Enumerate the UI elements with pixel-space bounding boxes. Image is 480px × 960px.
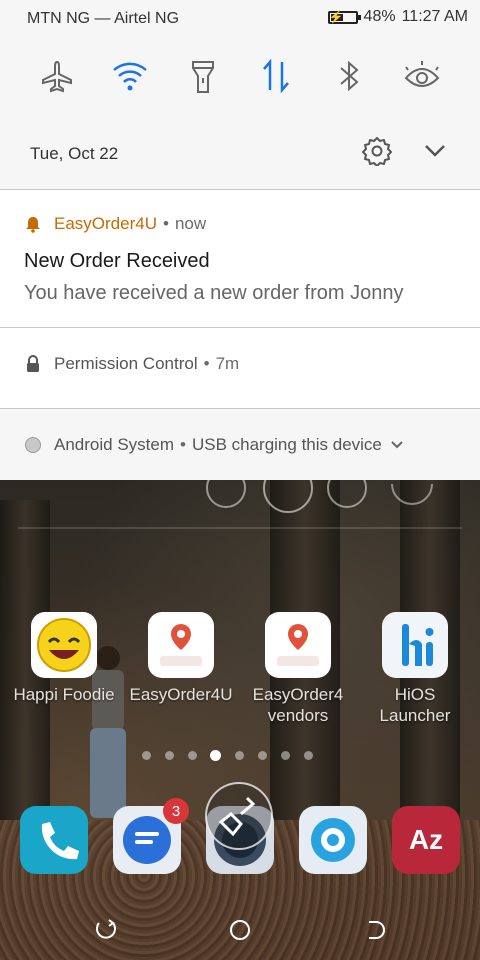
app-label: EasyOrder4U bbox=[129, 685, 233, 704]
airplane-icon bbox=[42, 60, 72, 93]
app-easyorder4u[interactable]: EasyOrder4U bbox=[126, 612, 236, 705]
page-dot[interactable] bbox=[281, 751, 290, 760]
hios-launcher-icon bbox=[382, 612, 448, 678]
phone-icon bbox=[41, 822, 79, 860]
notification-app-name: Android System bbox=[54, 435, 174, 454]
unread-badge: 3 bbox=[163, 798, 189, 824]
status-right: ⚡ 48% 11:27 AM bbox=[327, 8, 468, 26]
status-bar: MTN NG — Airtel NG ⚡ 48% 11:27 AM bbox=[0, 0, 480, 36]
clock: 11:27 AM bbox=[401, 8, 468, 25]
battery-percent: 48% bbox=[363, 8, 396, 25]
expand-button[interactable] bbox=[418, 132, 452, 170]
notification-time: now bbox=[174, 214, 207, 233]
chevron-down-icon bbox=[425, 145, 445, 157]
dock-phone[interactable] bbox=[20, 806, 88, 874]
page-dot[interactable] bbox=[304, 751, 313, 760]
back-button[interactable] bbox=[356, 912, 392, 948]
separator-dot: • bbox=[203, 354, 210, 373]
bluetooth-icon bbox=[340, 60, 359, 92]
app-easyorder4-vendors[interactable]: EasyOrder4 vendors bbox=[243, 612, 353, 726]
system-dot-icon bbox=[25, 437, 41, 453]
page-dot[interactable] bbox=[258, 751, 267, 760]
happi-foodie-icon bbox=[31, 612, 97, 678]
gear-icon bbox=[362, 137, 392, 166]
qs-flashlight[interactable] bbox=[181, 54, 225, 98]
app-label: Happi Foodie bbox=[13, 685, 115, 704]
date-row: Tue, Oct 22 bbox=[0, 128, 480, 176]
navigation-bar bbox=[0, 900, 480, 960]
flashlight-icon bbox=[192, 61, 214, 93]
app-happi-foodie[interactable]: Happi Foodie bbox=[9, 612, 119, 705]
separator-dot: • bbox=[162, 214, 169, 233]
page-dot[interactable] bbox=[142, 751, 151, 760]
recents-button[interactable] bbox=[88, 912, 124, 948]
broom-icon bbox=[218, 796, 256, 837]
quick-settings-row bbox=[0, 54, 480, 98]
recents-icon bbox=[96, 919, 116, 939]
chevron-down-icon[interactable] bbox=[390, 440, 404, 450]
notification-header: Android System • USB charging this devic… bbox=[24, 435, 404, 455]
qs-bluetooth[interactable] bbox=[327, 54, 371, 98]
page-dot-active[interactable] bbox=[210, 750, 221, 761]
home-button[interactable] bbox=[222, 912, 258, 948]
mobile-data-icon bbox=[263, 58, 289, 94]
back-icon bbox=[369, 921, 385, 939]
carrier-names: MTN NG — Airtel NG bbox=[27, 10, 180, 27]
page-dot[interactable] bbox=[235, 751, 244, 760]
media-controls-ghost bbox=[18, 480, 462, 529]
notification-summary: USB charging this device bbox=[191, 435, 382, 454]
notification-easyorder4u[interactable]: EasyOrder4U • now New Order Received You… bbox=[0, 190, 480, 327]
page-dot[interactable] bbox=[188, 751, 197, 760]
qs-eye-care[interactable] bbox=[400, 54, 444, 98]
lock-icon bbox=[27, 355, 39, 372]
notification-app-name: Permission Control bbox=[54, 354, 198, 373]
charging-bolt-icon: ⚡ bbox=[328, 9, 344, 24]
page-indicator bbox=[140, 750, 340, 762]
browser-icon bbox=[311, 818, 355, 862]
app-label: HiOS Launcher bbox=[379, 685, 451, 725]
settings-button[interactable] bbox=[358, 132, 396, 170]
notification-text: You have received a new order from Jonny bbox=[24, 282, 404, 304]
notification-header: Permission Control • 7m bbox=[24, 354, 239, 374]
date-text: Tue, Oct 22 bbox=[30, 144, 119, 163]
notification-title: New Order Received bbox=[24, 250, 210, 272]
notification-header: EasyOrder4U • now bbox=[24, 214, 206, 234]
home-icon bbox=[230, 920, 250, 940]
translator-icon: Az bbox=[408, 824, 444, 855]
memory-cleaner-button[interactable] bbox=[205, 782, 273, 850]
bell-icon bbox=[26, 217, 40, 233]
page-dot[interactable] bbox=[165, 751, 174, 760]
qs-wifi[interactable] bbox=[108, 54, 152, 98]
qs-mobile-data[interactable] bbox=[254, 54, 298, 98]
easyorder4u-icon bbox=[148, 612, 214, 678]
qs-airplane-mode[interactable] bbox=[35, 54, 79, 98]
notification-permission-control[interactable]: Permission Control • 7m bbox=[0, 328, 480, 408]
separator-dot: • bbox=[180, 435, 186, 454]
dock-translator[interactable]: Az bbox=[392, 806, 460, 874]
wifi-icon bbox=[113, 62, 147, 91]
app-hios-launcher[interactable]: HiOS Launcher bbox=[360, 612, 470, 726]
notification-time: 7m bbox=[215, 354, 240, 373]
easyorder4-vendors-icon bbox=[265, 612, 331, 678]
dock-browser[interactable] bbox=[299, 806, 367, 874]
dock-messages[interactable]: 3 bbox=[113, 798, 189, 874]
notification-app-name: EasyOrder4U bbox=[54, 214, 157, 233]
eye-care-icon bbox=[404, 61, 440, 87]
battery-icon: ⚡ bbox=[327, 9, 361, 24]
notification-android-system[interactable]: Android System • USB charging this devic… bbox=[0, 409, 480, 480]
notification-shade: MTN NG — Airtel NG ⚡ 48% 11:27 AM Tue, O… bbox=[0, 0, 480, 480]
app-label: EasyOrder4 vendors bbox=[252, 685, 344, 725]
